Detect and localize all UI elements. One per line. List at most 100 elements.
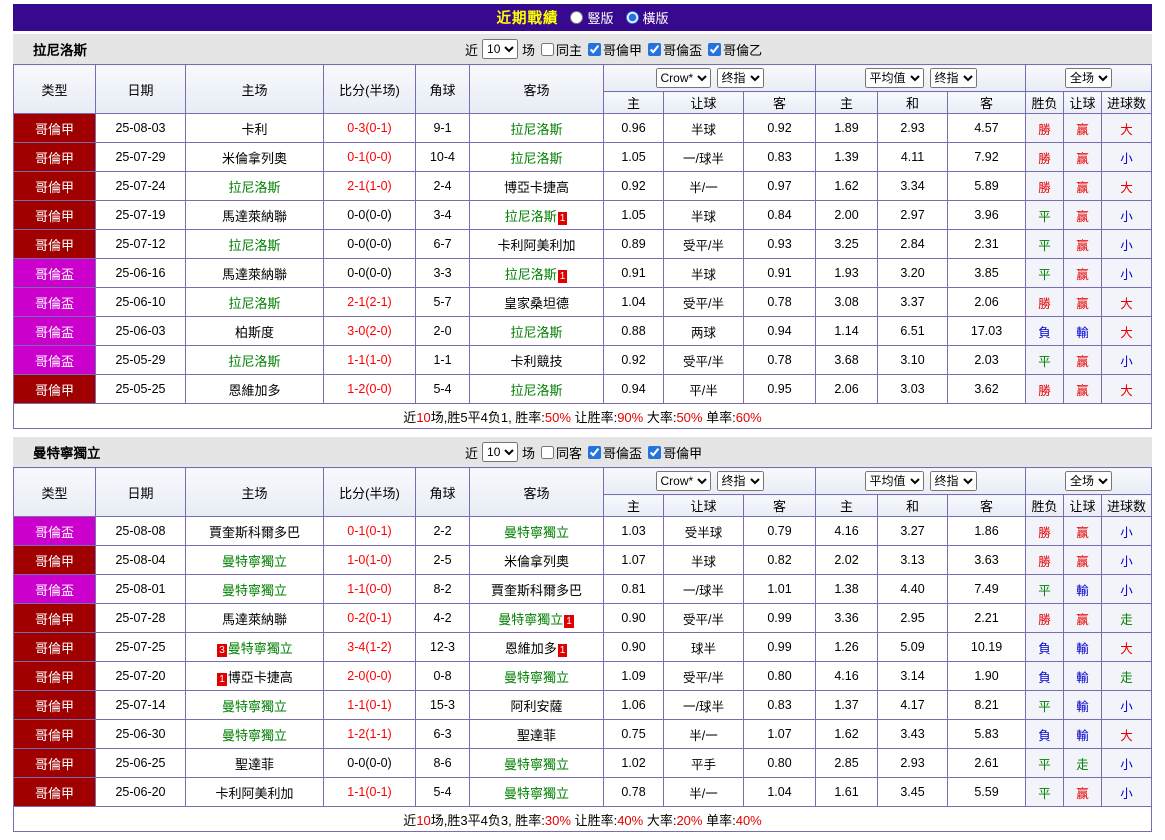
corner-count: 8-6 <box>415 748 470 778</box>
corner-count: 15-3 <box>415 690 470 720</box>
summary-row: 近10场,胜3平4负3, 胜率:30% 让胜率:40% 大率:20% 单率:40… <box>12 806 1153 832</box>
sub-column-header: 客 <box>947 494 1027 517</box>
match-row: 哥倫盃 25-06-03 柏斯度 3-0(2-0) 2-0 拉尼洛斯 0.88 两球 0.94 1… <box>13 316 1153 346</box>
result-goals: 小 <box>1101 142 1153 172</box>
near-label: 近 <box>465 445 479 461</box>
match-date: 25-07-19 <box>95 200 186 230</box>
match-score: 0-0(0-0) <box>323 200 416 230</box>
view-mode-vertical[interactable]: 豎版 <box>570 8 614 27</box>
league-badge: 哥倫甲 <box>13 200 96 230</box>
filter-checkbox-哥倫甲[interactable]: 哥倫甲 <box>588 40 642 59</box>
index-type-select[interactable]: 终指 <box>716 68 764 88</box>
filter-checkbox-input[interactable] <box>648 445 662 459</box>
league-badge: 哥倫甲 <box>13 229 96 259</box>
away-odds: 0.82 <box>742 545 817 575</box>
sub-column-header: 让球 <box>663 91 744 114</box>
match-row: 哥倫盃 25-05-29 拉尼洛斯 1-1(1-0) 1-1 卡利競技 0.92 受平/半 0.… <box>13 345 1153 375</box>
handicap-line: 两球 <box>663 316 744 346</box>
avg-draw-odds: 2.97 <box>877 200 949 230</box>
index-type-select[interactable]: 终指 <box>716 471 764 491</box>
avg-away-odds: 10.19 <box>947 632 1027 662</box>
filter-checkbox-哥倫甲[interactable]: 哥倫甲 <box>648 443 702 462</box>
red-card-badge: 1 <box>564 614 574 628</box>
match-row: 哥倫甲 25-07-24 拉尼洛斯 2-1(1-0) 2-4 博亞卡捷高 0.92 半/一 0.… <box>13 171 1153 201</box>
filter-checkbox-同客[interactable]: 同客 <box>541 443 582 462</box>
filter-checkbox-input[interactable] <box>648 42 662 56</box>
away-team: 拉尼洛斯 <box>504 208 557 224</box>
result-handicap: 赢 <box>1063 171 1103 201</box>
handicap-line: 受平/半 <box>663 287 744 317</box>
average-select[interactable]: 平均值 <box>864 68 924 88</box>
filter-checkbox-input[interactable] <box>588 445 602 459</box>
away-team: 阿利安薩 <box>510 698 563 714</box>
scope-select[interactable]: 全场 <box>1065 68 1113 88</box>
avg-draw-odds: 3.20 <box>877 258 949 288</box>
match-row: 哥倫甲 25-07-12 拉尼洛斯 0-0(0-0) 6-7 卡利阿美利加 0.89 受平/半… <box>13 229 1153 259</box>
view-mode-vertical-radio[interactable] <box>570 11 584 24</box>
handicap-line: 半球 <box>663 258 744 288</box>
league-badge: 哥倫甲 <box>13 748 96 778</box>
corner-count: 2-2 <box>415 516 470 546</box>
summary-segment: 40% <box>735 812 762 828</box>
home-odds: 0.92 <box>603 345 664 375</box>
match-date: 25-08-08 <box>95 516 186 546</box>
away-odds: 0.80 <box>742 748 817 778</box>
filter-checkbox-input[interactable] <box>708 42 722 56</box>
sub-column-header: 主 <box>603 494 664 517</box>
bookmaker-select[interactable]: Crow* <box>655 68 711 88</box>
filter-checkbox-input[interactable] <box>541 445 555 459</box>
avg-away-odds: 3.96 <box>947 200 1027 230</box>
handicap-line: 平手 <box>663 748 744 778</box>
filter-checkbox-input[interactable] <box>588 42 602 56</box>
result-goals: 大 <box>1101 113 1153 143</box>
match-score: 0-1(0-0) <box>323 142 416 172</box>
average-select[interactable]: 平均值 <box>864 471 924 491</box>
result-goals: 大 <box>1101 632 1153 662</box>
column-header-away: 客场 <box>469 467 604 517</box>
match-count-select[interactable]: 10 <box>482 442 519 462</box>
page-title: 近期戰績 <box>496 11 559 27</box>
summary-segment: 单率: <box>702 812 736 828</box>
handicap-line: 受半球 <box>663 516 744 546</box>
match-count-select[interactable]: 10 <box>482 39 519 59</box>
avg-away-odds: 2.21 <box>947 603 1027 633</box>
home-team: 賈奎斯科爾多巴 <box>208 524 300 540</box>
filter-checkbox-同主[interactable]: 同主 <box>541 40 582 59</box>
handicap-line: 平/半 <box>663 374 744 404</box>
summary-segment: 场,胜3平4负3, 胜率: <box>430 812 545 828</box>
home-team-cell: 曼特寧獨立 <box>185 719 324 749</box>
avg-home-odds: 1.89 <box>815 113 879 143</box>
corner-count: 5-7 <box>415 287 470 317</box>
away-team: 卡利阿美利加 <box>497 237 576 253</box>
handicap-line: 球半 <box>663 632 744 662</box>
view-mode-horizontal[interactable]: 橫版 <box>625 8 669 27</box>
away-team-cell: 阿利安薩 <box>469 690 604 720</box>
view-mode-horizontal-radio[interactable] <box>625 11 639 24</box>
avg-away-odds: 7.49 <box>947 574 1027 604</box>
index-type-select[interactable]: 终指 <box>929 471 977 491</box>
filter-checkbox-哥倫盃[interactable]: 哥倫盃 <box>648 40 702 59</box>
match-date: 25-07-20 <box>95 661 186 691</box>
away-team-cell: 賈奎斯科爾多巴 <box>469 574 604 604</box>
index-type-select[interactable]: 终指 <box>929 68 977 88</box>
home-team: 曼特寧獨立 <box>221 727 287 743</box>
avg-home-odds: 1.93 <box>815 258 879 288</box>
bookmaker-select[interactable]: Crow* <box>655 471 711 491</box>
home-team-cell: 1 博亞卡捷高 <box>185 661 324 691</box>
match-score: 1-1(0-1) <box>323 690 416 720</box>
scope-select[interactable]: 全场 <box>1065 471 1113 491</box>
away-odds: 0.94 <box>742 316 817 346</box>
result-outcome: 平 <box>1025 229 1065 259</box>
avg-draw-odds: 2.95 <box>877 603 949 633</box>
filter-checkbox-input[interactable] <box>541 42 555 56</box>
filter-checkbox-哥倫盃[interactable]: 哥倫盃 <box>588 443 642 462</box>
corner-count: 10-4 <box>415 142 470 172</box>
result-outcome: 平 <box>1025 690 1065 720</box>
home-team: 曼特寧獨立 <box>227 640 293 656</box>
result-handicap: 赢 <box>1063 603 1103 633</box>
home-team: 拉尼洛斯 <box>228 353 281 369</box>
home-odds: 0.75 <box>603 719 664 749</box>
avg-away-odds: 2.06 <box>947 287 1027 317</box>
home-team-cell: 馬達萊納聯 <box>185 603 324 633</box>
filter-checkbox-哥倫乙[interactable]: 哥倫乙 <box>708 40 762 59</box>
